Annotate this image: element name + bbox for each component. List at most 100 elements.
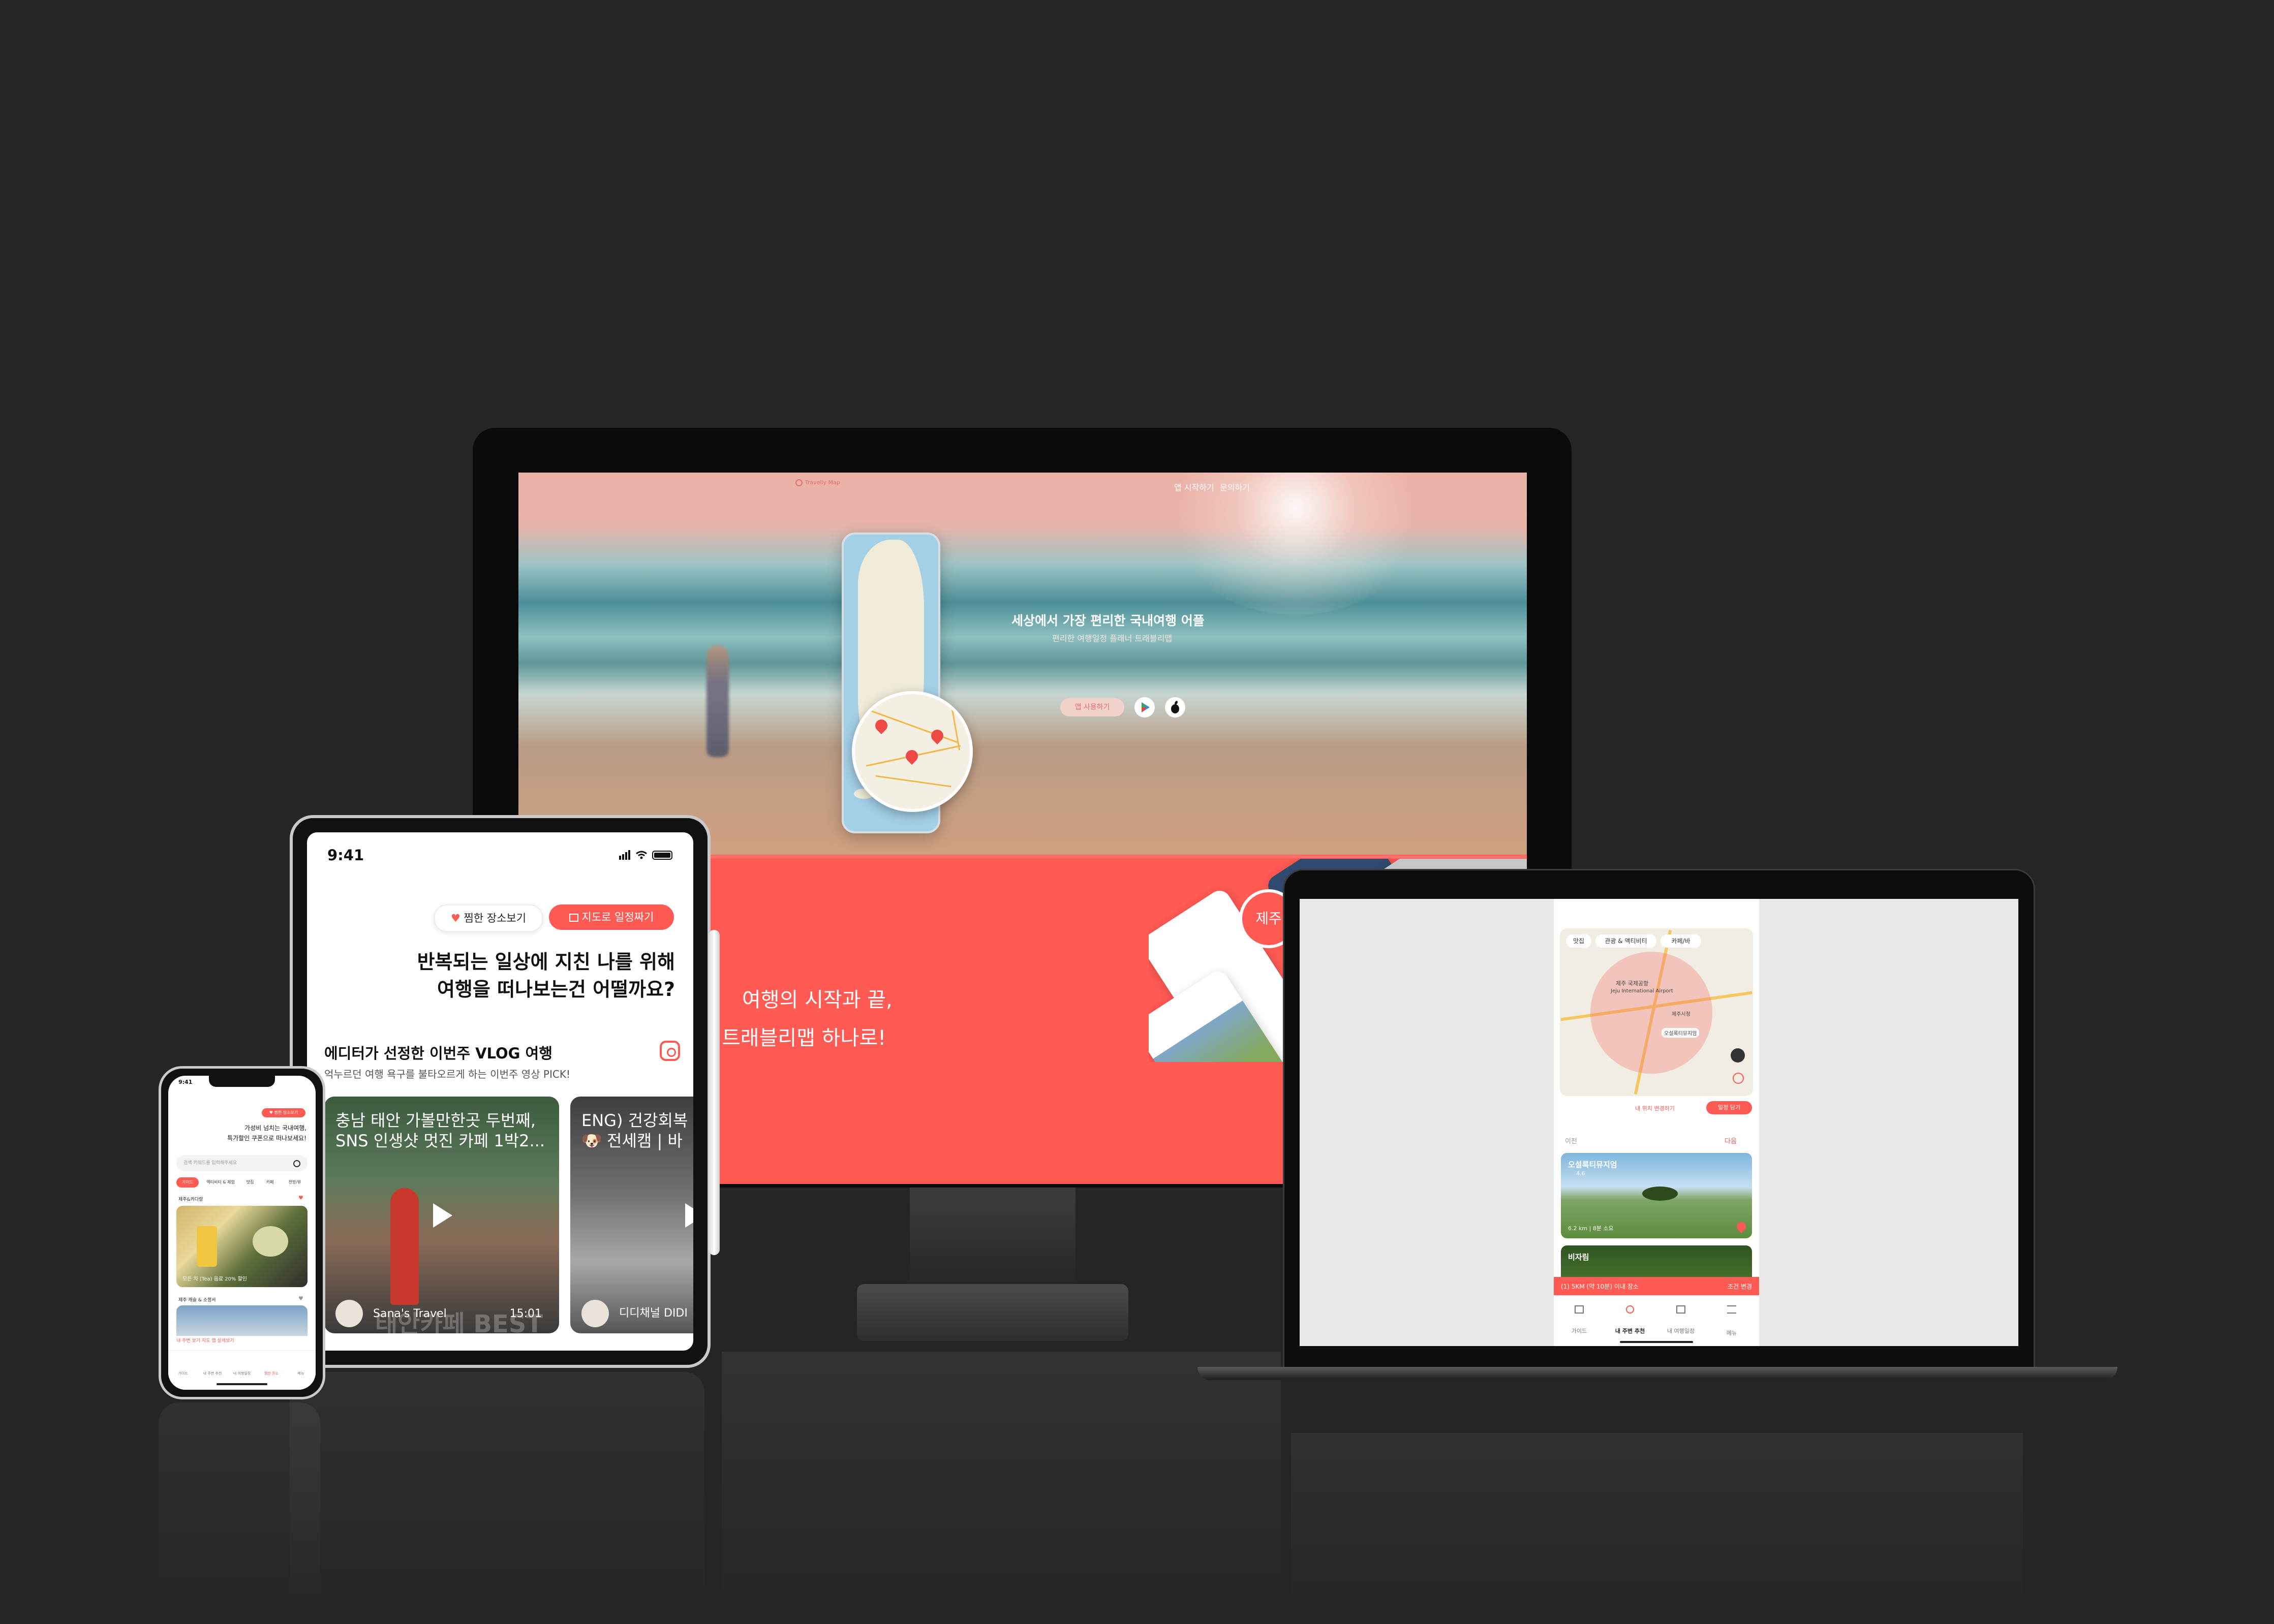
tablet-screen: 9:41 ♥ 찜한 장소보기 지도로 일정짜기 반복되는 일상에 지친 나를 위… [307,832,693,1351]
google-play-icon [1142,702,1150,712]
section-title: 제주 캐슬 & 소정서 [178,1298,216,1303]
headline-line-2: 여행을 떠나보는건 어떨까요? [437,978,675,1001]
radius-circle [1590,952,1712,1074]
channel-name: Sana's Travel [373,1307,447,1320]
section-title: 제주&카다랑 [178,1197,203,1202]
phone-device: 9:41 ♥ 찜한 장소보기 가성비 넘치는 국내여행, 특가할인 쿠폰으로 떠… [159,1066,325,1399]
map-toast[interactable]: 내 주변 보기 지도 앱 상세보기 [176,1337,308,1346]
next-link[interactable]: 다음 [1725,1136,1737,1145]
category-guide[interactable]: 가이드 [176,1177,199,1188]
filter-bar-text: (1) 5KM (약 10분) 이내 장소 [1561,1283,1639,1290]
filter-bar[interactable]: (1) 5KM (약 10분) 이내 장소 조건 변경 [1554,1277,1759,1295]
chip-cafe[interactable]: 카페/바 [1661,934,1701,948]
search-placeholder: 검색 키워드를 입력해주세요 [183,1161,237,1166]
favorite-places-button[interactable]: ♥ 찜한 장소보기 [434,904,543,932]
tab-nearby[interactable]: 내 주변 추천 [1610,1305,1650,1335]
brand-logo[interactable]: Travelly Map [795,479,840,486]
map-icon [569,914,578,922]
place-card-title: 비자림 [1568,1253,1589,1262]
prev-link[interactable]: 이전 [1565,1136,1577,1145]
tab-nearby[interactable]: 내 주변 추천 [198,1371,227,1376]
tab-guide[interactable]: 가이드 [168,1371,198,1376]
locate-icon[interactable] [1733,1073,1744,1084]
section-title: 에디터가 선정한 이번주 VLOG 여행 [324,1045,552,1062]
pin-icon [1626,1305,1634,1314]
video-title-line-2: SNS 인생샷 멋진 카페 1박2... [335,1131,545,1150]
stylus-pencil [709,930,720,1255]
video-card[interactable]: ENG) 건강회복 🐶 전세캠 | 바 디디채널 DIDI [570,1097,693,1333]
channel-avatar [335,1300,363,1327]
category-cafe[interactable]: 카페 [260,1177,280,1188]
add-schedule-button[interactable]: 일정 담기 [1706,1101,1752,1114]
imac-stand-base [857,1284,1128,1341]
tagline-line-1: 여행의 시작과 끝, [742,988,893,1012]
map-label: 제주시청 [1672,1012,1691,1017]
category-food[interactable]: 맛집 [242,1177,258,1188]
try-app-button[interactable]: 앱 사용하기 [1060,698,1124,716]
video-card[interactable]: 충남 태안 가볼만한곳 두번째, SNS 인생샷 멋진 카페 1박2... 태안… [324,1097,559,1333]
play-icon[interactable] [433,1203,452,1228]
headline-line-2: 특가할인 쿠폰으로 떠나보세요! [227,1135,306,1142]
phone-notch [209,1076,275,1087]
map-label: Jeju International Airport [1611,988,1673,994]
nearby-map[interactable]: 맛집 관광 & 액티비티 카페/바 제주 국제공항 Jeju Internati… [1560,928,1753,1096]
plan-on-map-label: 지도로 일정짜기 [581,911,654,923]
tree [1642,1186,1678,1201]
hero-title: 세상에서 가장 편리한 국내여행 어플 [1011,613,1205,628]
filter-change-button[interactable]: 조건 변경 [1728,1282,1752,1291]
tab-menu[interactable]: 메뉴 [286,1371,316,1376]
phone-screen: 9:41 ♥ 찜한 장소보기 가성비 넘치는 국내여행, 특가할인 쿠폰으로 떠… [168,1076,316,1390]
instagram-icon[interactable] [660,1041,680,1061]
nav-contact[interactable]: 문의하기 [1220,481,1250,493]
plan-on-map-button[interactable]: 지도로 일정짜기 [549,904,674,930]
tab-schedule[interactable]: 내 여행일정 [1661,1305,1701,1335]
search-input[interactable]: 검색 키워드를 입력해주세요 [176,1155,308,1171]
heart-icon[interactable]: ♥ [298,1295,303,1302]
beach-person [706,645,729,757]
channel-avatar [581,1300,609,1327]
deal-card[interactable]: 모든 차 (Tea) 음료 20% 할인 [176,1206,308,1287]
map-icon [1676,1305,1685,1314]
nav-start-app[interactable]: 앱 시작하기 [1174,481,1214,493]
tab-favorites[interactable]: 찜한 장소 [257,1371,286,1376]
tagline-line-2: 트래블리맵 하나로! [722,1026,886,1050]
menu-icon [1727,1305,1736,1314]
heart-icon[interactable] [1735,1220,1748,1233]
tab-schedule[interactable]: 내 여행일정 [227,1371,257,1376]
cake [253,1226,288,1257]
chip-food[interactable]: 맛집 [1566,934,1591,948]
deal-card[interactable] [176,1305,308,1336]
deal-caption: 모든 차 (Tea) 음료 20% 할인 [182,1276,248,1282]
floor-reflection [159,1402,320,1624]
woman-figure [390,1188,419,1305]
play-icon[interactable] [685,1203,693,1228]
place-card-rating: 4.6 [1576,1170,1585,1177]
tab-menu[interactable]: 메뉴 [1711,1305,1752,1337]
status-icons [619,850,672,860]
hero-banner: Travelly Map 앱 시작하기 문의하기 세상에서 가장 편리한 국내여… [518,473,1527,855]
favorite-badge-button[interactable]: ♥ 찜한 장소보기 [262,1108,305,1117]
floor-reflection [722,1352,1281,1624]
imac-stand-neck [910,1188,1075,1284]
tab-bar: 가이드 내 주변 추천 내 여행일정 찜한 장소 메뉴 [168,1350,316,1390]
home-icon [1575,1305,1584,1314]
location-change-button[interactable]: 내 위치 변경하기 [1635,1104,1675,1112]
map-label: 오설록티뮤지엄 [1662,1028,1700,1038]
app-store-button[interactable] [1165,697,1185,717]
category-view[interactable]: 전망/뷰 [282,1177,308,1188]
place-card[interactable]: 오설록티뮤지엄 4.6 6.2 km | 8분 소요 [1561,1153,1752,1238]
drink-glass [197,1226,217,1267]
tab-guide[interactable]: 가이드 [1559,1305,1600,1335]
hero-subtitle: 편리한 여행일정 플래너 트래블리맵 [1052,634,1173,643]
favorite-places-label: 찜한 장소보기 [464,912,527,924]
expand-icon[interactable] [1731,1048,1745,1063]
category-activity[interactable]: 액티비티 & 체험 [201,1177,240,1188]
apple-icon [1171,701,1179,713]
pin-icon [795,479,803,486]
section-subtitle: 억누르던 여행 욕구를 불타오르게 하는 이번주 영상 PICK! [324,1068,570,1080]
heart-icon[interactable]: ♥ [298,1195,303,1201]
headline-line-1: 반복되는 일상에 지친 나를 위해 [417,951,675,973]
chip-activity[interactable]: 관광 & 액티비티 [1595,934,1656,948]
google-play-button[interactable] [1134,697,1155,717]
status-time: 9:41 [178,1079,193,1085]
